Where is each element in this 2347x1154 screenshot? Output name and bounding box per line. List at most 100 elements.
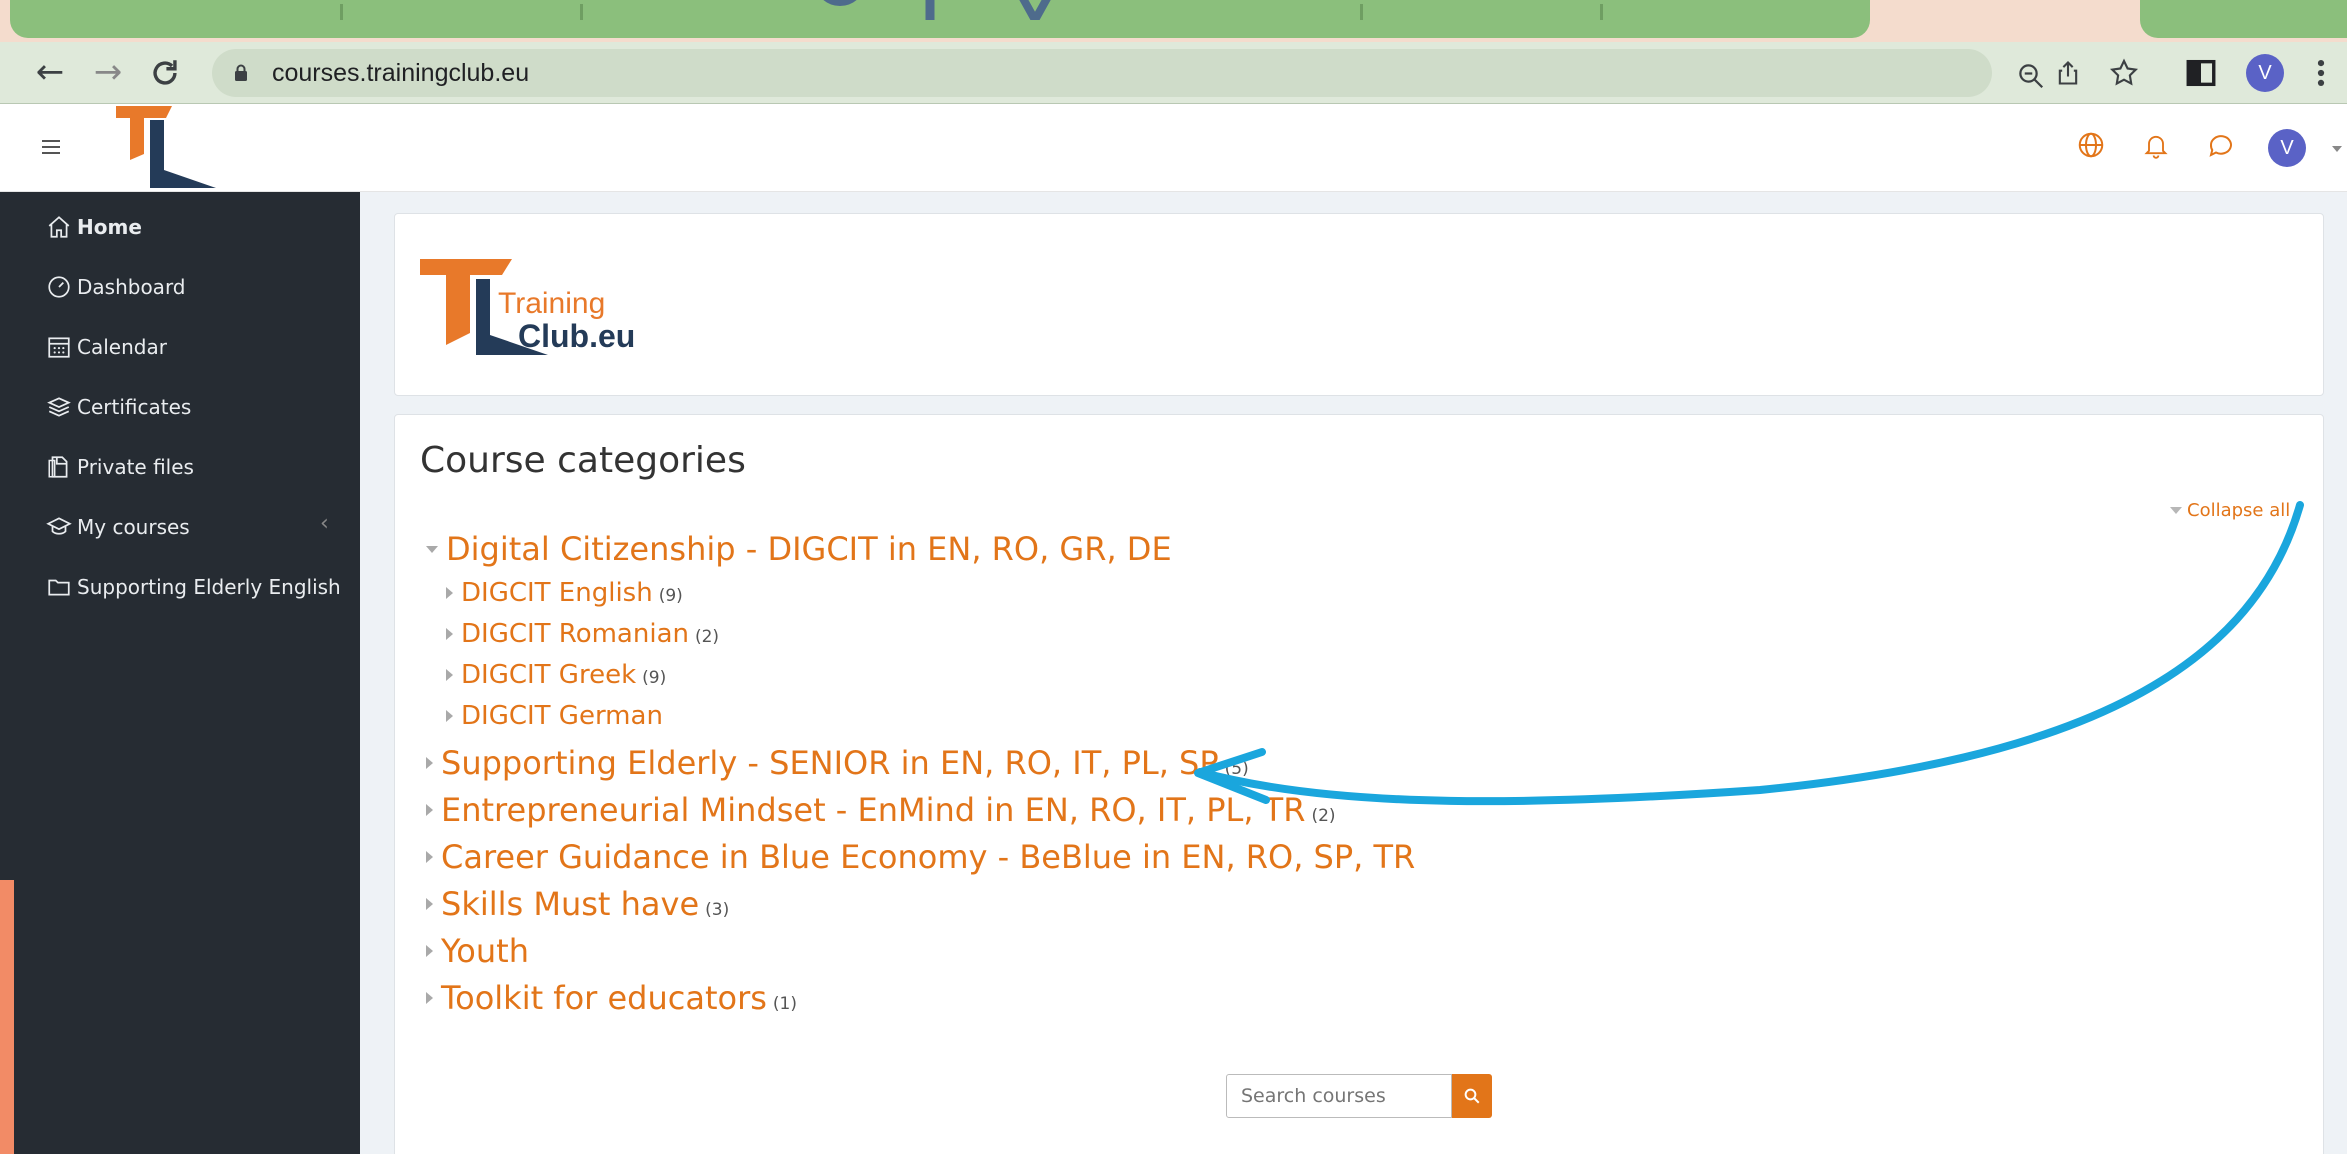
user-avatar[interactable]: V [2268, 129, 2306, 167]
category-count: (9) [642, 668, 667, 688]
site-logo[interactable] [112, 104, 220, 190]
url-text: courses.trainingclub.eu [272, 59, 530, 87]
dashboard-icon [48, 276, 70, 298]
category-name[interactable]: Toolkit for educators [441, 979, 767, 1017]
category-digital-citizenship[interactable]: Digital Citizenship - DIGCIT in EN, RO, … [426, 530, 1178, 568]
user-menu-caret-icon[interactable] [2332, 146, 2342, 152]
category-count: (2) [1311, 806, 1336, 826]
category-skills-must-have[interactable]: Skills Must have (3) [426, 885, 729, 923]
collapsed-arrow-icon [426, 804, 433, 816]
notifications-bell-icon[interactable] [2142, 130, 2170, 160]
back-arrow-icon[interactable]: ← [30, 52, 70, 92]
forward-arrow-icon[interactable]: → [88, 52, 128, 92]
category-name[interactable]: Digital Citizenship - DIGCIT in EN, RO, … [446, 530, 1172, 568]
site-navbar: V [0, 104, 2347, 192]
sidebar-item-dashboard[interactable]: Dashboard [46, 270, 186, 304]
category-name[interactable]: DIGCIT German [461, 701, 663, 731]
language-globe-icon[interactable] [2076, 130, 2106, 160]
subcategory-digcit-german[interactable]: DIGCIT German [446, 701, 669, 731]
subcategory-digcit-romanian[interactable]: DIGCIT Romanian (2) [446, 619, 719, 649]
tab-divider [1360, 4, 1363, 20]
sidebar-item-label: Supporting Elderly English [77, 575, 341, 599]
calendar-icon [48, 337, 70, 358]
sidebar-item-label: Dashboard [77, 275, 186, 299]
certificates-icon [47, 397, 71, 417]
collapse-all-label: Collapse all [2187, 500, 2291, 521]
share-icon[interactable] [2054, 56, 2082, 90]
browser-profile-avatar[interactable]: V [2246, 54, 2284, 92]
sidebar-item-my-courses[interactable]: My courses [46, 510, 190, 544]
category-name[interactable]: DIGCIT Romanian [461, 619, 689, 649]
sidebar-item-label: My courses [77, 515, 190, 539]
search-courses-input[interactable] [1227, 1075, 1451, 1117]
collapsed-arrow-icon [446, 587, 453, 599]
subcategory-digcit-english[interactable]: DIGCIT English (9) [446, 578, 683, 608]
address-bar[interactable]: courses.trainingclub.eu [212, 49, 2044, 97]
tab-divider [580, 4, 583, 20]
search-button[interactable] [1452, 1074, 1492, 1118]
hamburger-menu-icon[interactable] [42, 140, 60, 154]
collapsed-arrow-icon [426, 992, 433, 1004]
category-name[interactable]: Youth [441, 932, 529, 970]
trainingclub-logo: Training Club.eu [420, 259, 635, 355]
category-entrepreneurial-mindset[interactable]: Entrepreneurial Mindset - EnMind in EN, … [426, 791, 1336, 829]
category-name[interactable]: Entrepreneurial Mindset - EnMind in EN, … [441, 791, 1305, 829]
sidebar-item-private-files[interactable]: Private files [46, 450, 194, 484]
category-count: (3) [705, 900, 730, 920]
sidebar-item-label: Private files [77, 455, 194, 479]
sidebar-item-supporting-elderly-english[interactable]: Supporting Elderly English [46, 570, 341, 604]
zoom-icon[interactable] [2016, 61, 2046, 91]
subcategory-digcit-greek[interactable]: DIGCIT Greek (9) [446, 660, 666, 690]
private-files-icon [48, 456, 68, 478]
category-name[interactable]: Supporting Elderly - SENIOR in EN, RO, I… [441, 744, 1219, 782]
sidebar-item-calendar[interactable]: Calendar [46, 330, 167, 364]
reload-icon[interactable] [148, 56, 182, 90]
expanded-arrow-icon [426, 545, 438, 553]
tab-divider [1600, 4, 1603, 20]
tab-divider [340, 4, 343, 20]
category-youth[interactable]: Youth [426, 932, 535, 970]
sidebar-item-home[interactable]: Home [46, 210, 142, 244]
lock-icon[interactable] [234, 64, 248, 81]
logo-header-card [394, 213, 2324, 396]
page-title: Course categories [420, 440, 746, 481]
decorative-heading-fragment [823, 0, 1051, 20]
collapse-all-link[interactable]: Collapse all [2170, 500, 2290, 521]
sidebar-item-certificates[interactable]: Certificates [46, 390, 191, 424]
chevron-left-icon[interactable]: ‹ [320, 511, 329, 536]
category-name[interactable]: DIGCIT English [461, 578, 653, 608]
collapsed-arrow-icon [426, 851, 433, 863]
decorative-edge [0, 880, 14, 1154]
sidebar-item-label: Home [77, 215, 142, 239]
browser-tab-strip [0, 0, 2347, 42]
collapsed-arrow-icon [446, 710, 453, 722]
search-courses-field[interactable] [1226, 1074, 1452, 1118]
category-count: (2) [694, 627, 720, 647]
collapsed-arrow-icon [446, 628, 453, 640]
category-name[interactable]: Career Guidance in Blue Economy - BeBlue… [441, 838, 1415, 876]
category-name[interactable]: DIGCIT Greek [461, 660, 636, 690]
side-panel-icon[interactable] [2184, 56, 2218, 90]
browser-toolbar: ← → courses.trainingclub.eu V [0, 42, 2347, 104]
browser-tab[interactable] [2140, 0, 2347, 38]
folder-icon [48, 579, 70, 596]
logo-line2: Club.eu [518, 318, 635, 354]
graduation-cap-icon [46, 517, 72, 535]
home-icon [48, 216, 70, 238]
collapsed-arrow-icon [426, 757, 433, 769]
category-name[interactable]: Skills Must have [441, 885, 699, 923]
category-toolkit-for-educators[interactable]: Toolkit for educators (1) [426, 979, 797, 1017]
category-career-guidance[interactable]: Career Guidance in Blue Economy - BeBlue… [426, 838, 1421, 876]
category-supporting-elderly[interactable]: Supporting Elderly - SENIOR in EN, RO, I… [426, 744, 1249, 782]
sidebar-item-label: Calendar [77, 335, 167, 359]
bookmark-star-icon[interactable] [2108, 56, 2140, 90]
logo-line1: Training [498, 287, 605, 320]
category-count: (5) [1224, 759, 1249, 779]
collapsed-arrow-icon [426, 945, 433, 957]
browser-menu-icon[interactable] [2312, 56, 2330, 90]
category-count: (1) [772, 994, 797, 1014]
collapse-triangle-icon [2170, 507, 2182, 514]
collapsed-arrow-icon [446, 669, 453, 681]
messages-chat-icon[interactable] [2206, 130, 2236, 160]
sidebar-item-label: Certificates [77, 395, 192, 419]
